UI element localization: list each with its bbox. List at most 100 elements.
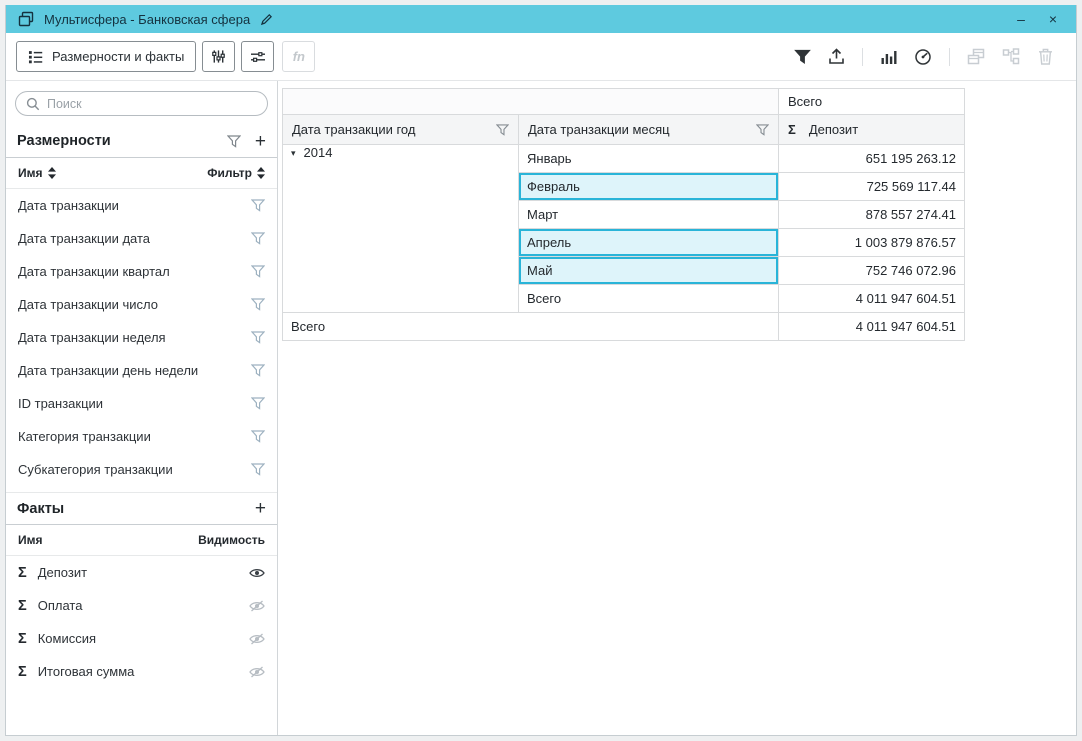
dimension-row[interactable]: Субкатегория транзакции [6,453,277,486]
pivot-col-header-month[interactable]: Дата транзакции месяц [519,115,779,145]
collapse-icon[interactable]: ▾ [291,148,296,158]
header-filter-icon[interactable] [756,124,769,136]
pivot-value-cell[interactable]: 752 746 072.96 [779,257,965,285]
facts-visibility-column: Видимость [198,533,265,547]
horizontal-sliders-button[interactable] [241,41,274,72]
pivot-value-cell[interactable]: 1 003 879 876.57 [779,229,965,257]
grand-total-value[interactable]: 4 011 947 604.51 [779,313,965,341]
fact-row[interactable]: Σ Итоговая сумма [6,655,277,688]
dimensions-facts-label: Размерности и факты [52,49,184,64]
dimension-row[interactable]: ID транзакции [6,387,277,420]
dimension-row[interactable]: Дата транзакции число [6,288,277,321]
layout-tree-icon[interactable] [1002,48,1020,65]
pivot-row: ▾2014 Январь 651 195 263.12 [283,145,965,173]
dimension-label: Дата транзакции день недели [18,363,198,378]
pivot-area: Всего Дата транзакции год Дата транзакци… [278,81,1076,735]
pivot-value-cell[interactable]: 725 569 117.44 [779,173,965,201]
dimension-label: Дата транзакции число [18,297,158,312]
dimensions-title: Размерности [17,133,111,149]
col-header-label: Дата транзакции год [292,122,415,137]
header-filter-icon[interactable] [496,124,509,136]
grand-total-label[interactable]: Всего [283,313,779,341]
toolbar-right-icons [794,48,1066,66]
pivot-month-cell[interactable]: Февраль [519,173,779,201]
row-filter-icon[interactable] [251,331,265,344]
bar-chart-icon[interactable] [880,49,897,65]
filter-column-label: Фильтр [207,166,252,180]
pivot-month-cell[interactable]: Март [519,201,779,229]
search-box[interactable] [15,91,268,116]
dimensions-name-column[interactable]: Имя [18,166,56,180]
dimension-row[interactable]: Категория транзакции [6,420,277,453]
dimension-label: ID транзакции [18,396,103,411]
row-filter-icon[interactable] [251,463,265,476]
export-icon[interactable] [828,48,845,65]
row-filter-icon[interactable] [251,430,265,443]
minimize-button[interactable]: – [1010,12,1032,26]
dimension-row[interactable]: Дата транзакции день недели [6,354,277,387]
visibility-toggle[interactable] [249,600,265,612]
edit-title-icon[interactable] [260,13,273,26]
toolbar: Размерности и факты fn [6,33,1076,81]
dimension-label: Дата транзакции дата [18,231,150,246]
dimension-row[interactable]: Дата транзакции дата [6,222,277,255]
eye-icon [249,567,265,579]
year-cell[interactable]: ▾2014 [283,145,519,313]
eye-off-icon [249,600,265,612]
row-filter-icon[interactable] [251,298,265,311]
dimensions-section-header: Размерности + [6,125,277,158]
pivot-value-cell[interactable]: 878 557 274.41 [779,201,965,229]
gauge-icon[interactable] [914,48,932,66]
sigma-icon: Σ [788,122,796,137]
fact-row[interactable]: Σ Депозит [6,556,277,589]
pivot-value-cell[interactable]: 651 195 263.12 [779,145,965,173]
dimensions-filter-column[interactable]: Фильтр [207,166,265,180]
name-column-label: Имя [18,533,43,547]
pivot-month-cell[interactable]: Апрель [519,229,779,257]
sigma-icon: Σ [18,631,27,647]
dimension-row[interactable]: Дата транзакции неделя [6,321,277,354]
visibility-toggle[interactable] [249,666,265,678]
dimensions-facts-button[interactable]: Размерности и факты [16,41,196,72]
row-filter-icon[interactable] [251,232,265,245]
pivot-top-total: Всего [779,89,965,115]
pivot-col-header-year[interactable]: Дата транзакции год [283,115,519,145]
row-filter-icon[interactable] [251,397,265,410]
eye-off-icon [249,633,265,645]
fact-row[interactable]: Σ Оплата [6,589,277,622]
pivot-month-cell[interactable]: Всего [519,285,779,313]
sigma-icon: Σ [18,565,27,581]
add-fact-button[interactable]: + [255,499,266,518]
add-dimension-button[interactable]: + [255,132,266,151]
sort-icon [257,167,265,179]
app-icon [18,11,34,27]
pivot-month-cell[interactable]: Январь [519,145,779,173]
delete-icon[interactable] [1037,48,1054,66]
eye-off-icon [249,666,265,678]
vertical-sliders-button[interactable] [202,41,235,72]
toolbar-separator [862,48,863,66]
visibility-toggle[interactable] [249,633,265,645]
pivot-value-cell[interactable]: 4 011 947 604.51 [779,285,965,313]
visibility-toggle[interactable] [249,567,265,579]
search-input[interactable] [47,97,257,111]
close-button[interactable]: × [1042,12,1064,26]
fact-label: Депозит [38,565,87,580]
dimensions-filter-icon[interactable] [227,135,241,148]
copy-grid-icon[interactable] [967,48,985,65]
row-filter-icon[interactable] [251,364,265,377]
vertical-sliders-icon [211,49,226,64]
name-column-label: Имя [18,166,43,180]
row-filter-icon[interactable] [251,265,265,278]
pivot-grand-total-row: Всего 4 011 947 604.51 [283,313,965,341]
fact-row[interactable]: Σ Комиссия [6,622,277,655]
filter-icon[interactable] [794,49,811,65]
pivot-month-cell[interactable]: Май [519,257,779,285]
pivot-col-header-deposit[interactable]: Σ Депозит [779,115,965,145]
dimension-row[interactable]: Дата транзакции [6,189,277,222]
dimension-label: Дата транзакции [18,198,119,213]
facts-columns-header: Имя Видимость [6,525,277,556]
row-filter-icon[interactable] [251,199,265,212]
dimension-row[interactable]: Дата транзакции квартал [6,255,277,288]
fn-button[interactable]: fn [282,41,315,72]
